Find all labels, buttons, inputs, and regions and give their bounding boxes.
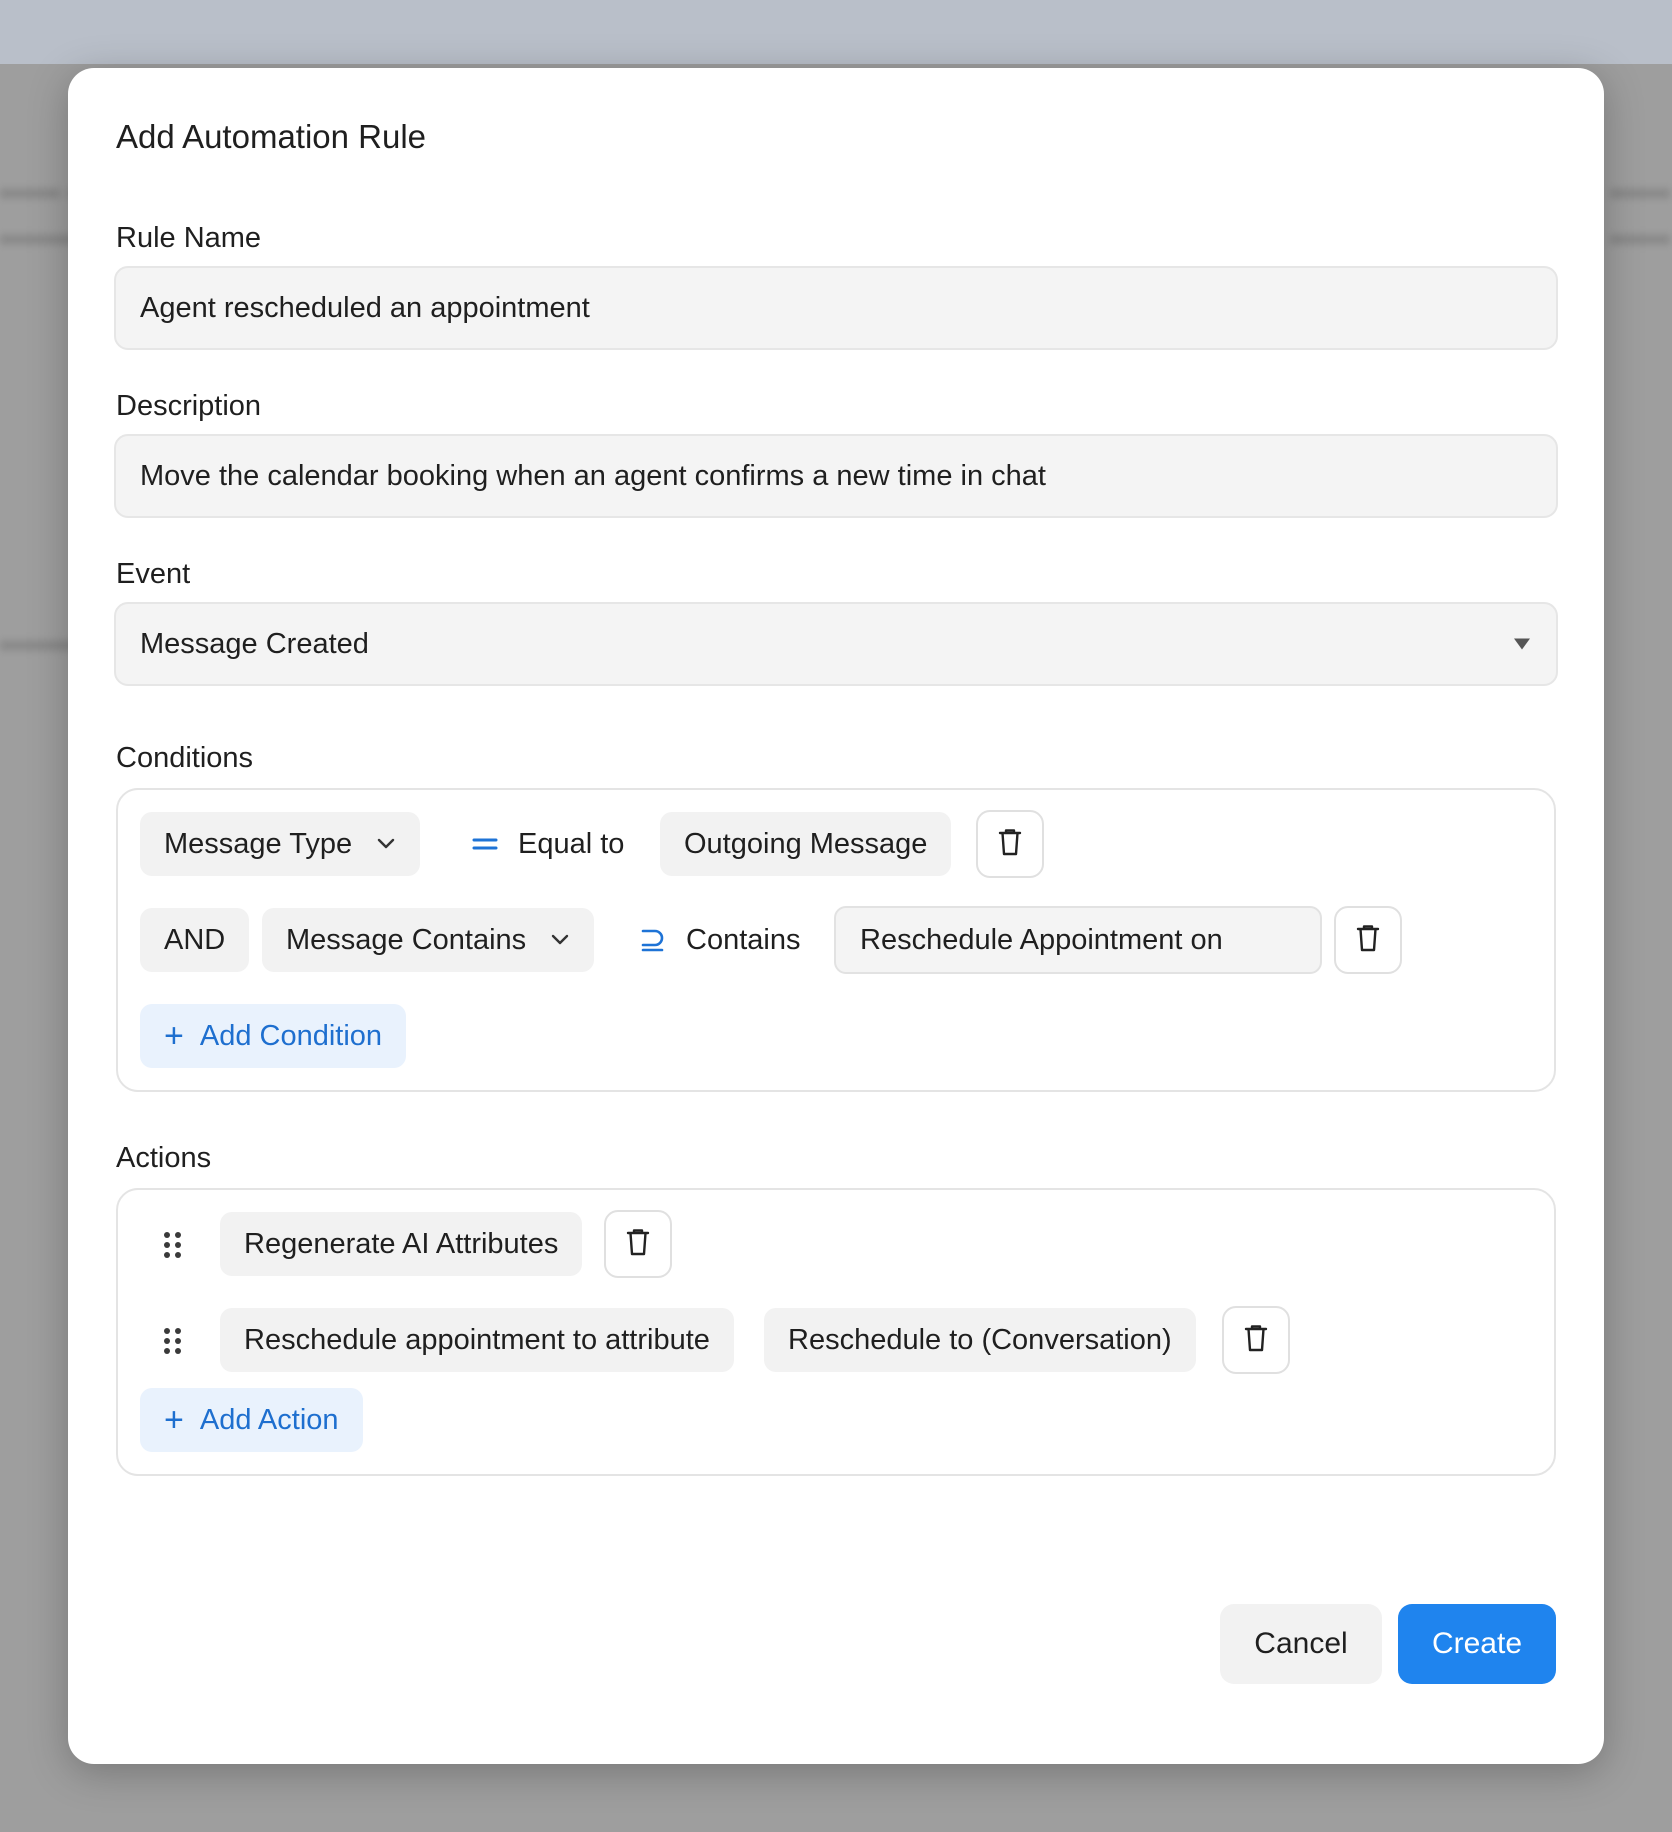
conditions-group: Message Type Equal to Outgoing Message A… [116, 788, 1556, 1092]
delete-condition-button[interactable] [976, 810, 1044, 878]
delete-condition-button[interactable] [1334, 906, 1402, 974]
condition-conjunction-label: AND [164, 923, 226, 956]
action-select[interactable]: Regenerate AI Attributes [220, 1212, 583, 1276]
condition-value-label: Reschedule Appointment on [860, 923, 1223, 956]
action-label: Reschedule appointment to attribute [244, 1323, 710, 1356]
add-action-button[interactable]: + Add Action [140, 1388, 363, 1452]
chevron-down-icon [376, 838, 396, 850]
background-blurred-text: ▬▬ [1610, 172, 1670, 205]
dialog-title: Add Automation Rule [116, 118, 427, 155]
delete-action-button[interactable] [1222, 1306, 1290, 1374]
condition-operator-label: Contains [686, 923, 801, 956]
background-header [0, 0, 1672, 64]
plus-icon: + [164, 1401, 184, 1439]
create-button[interactable]: Create [1398, 1604, 1556, 1684]
caret-down-icon [1514, 638, 1530, 650]
event-select[interactable]: Message Created [114, 602, 1558, 686]
condition-operator-label: Equal to [518, 827, 625, 860]
actions-group: Regenerate AI Attributes Reschedule appo… [116, 1188, 1556, 1476]
action-select[interactable]: Reschedule appointment to attribute [220, 1308, 734, 1372]
condition-operator[interactable]: Equal to [472, 812, 624, 876]
background-blurred-text: ▬▬ [1610, 218, 1670, 251]
description-label: Description [116, 390, 262, 422]
drag-handle-icon[interactable] [164, 1232, 184, 1262]
description-value: Move the calendar booking when an agent … [140, 459, 1046, 492]
rule-name-label: Rule Name [116, 222, 262, 254]
rule-name-input[interactable]: Agent rescheduled an appointment [114, 266, 1558, 350]
trash-icon [998, 828, 1022, 861]
add-condition-label: Add Condition [199, 1019, 383, 1052]
event-label: Event [116, 558, 191, 590]
action-param-label: Reschedule to (Conversation) [788, 1323, 1172, 1356]
condition-attribute-label: Message Contains [286, 923, 527, 956]
add-automation-rule-dialog: Add Automation Rule Rule Name Agent resc… [68, 68, 1604, 1764]
add-action-label: Add Action [199, 1403, 339, 1436]
plus-icon: + [164, 1017, 184, 1055]
superset-icon [640, 927, 666, 953]
condition-value-select[interactable]: Outgoing Message [660, 812, 952, 876]
actions-label: Actions [116, 1142, 212, 1174]
drag-handle-icon[interactable] [164, 1328, 184, 1358]
condition-conjunction-select[interactable]: AND [140, 908, 250, 972]
condition-operator[interactable]: Contains [640, 908, 800, 972]
trash-icon [1244, 1324, 1268, 1357]
delete-action-button[interactable] [604, 1210, 672, 1278]
trash-icon [626, 1228, 650, 1261]
rule-name-value: Agent rescheduled an appointment [140, 291, 590, 324]
action-param-select[interactable]: Reschedule to (Conversation) [764, 1308, 1196, 1372]
event-value: Message Created [140, 627, 369, 660]
add-condition-button[interactable]: + Add Condition [140, 1004, 407, 1068]
trash-icon [1356, 924, 1380, 957]
cancel-button[interactable]: Cancel [1220, 1604, 1382, 1684]
condition-attribute-label: Message Type [164, 827, 353, 860]
conditions-label: Conditions [116, 742, 254, 774]
condition-value-input[interactable]: Reschedule Appointment on [834, 906, 1322, 974]
description-input[interactable]: Move the calendar booking when an agent … [114, 434, 1558, 518]
condition-value-label: Outgoing Message [684, 827, 928, 860]
chevron-down-icon [550, 934, 570, 946]
action-label: Regenerate AI Attributes [244, 1227, 559, 1260]
condition-attribute-select[interactable]: Message Type [140, 812, 421, 876]
equals-icon [472, 834, 498, 854]
condition-attribute-select[interactable]: Message Contains [262, 908, 595, 972]
